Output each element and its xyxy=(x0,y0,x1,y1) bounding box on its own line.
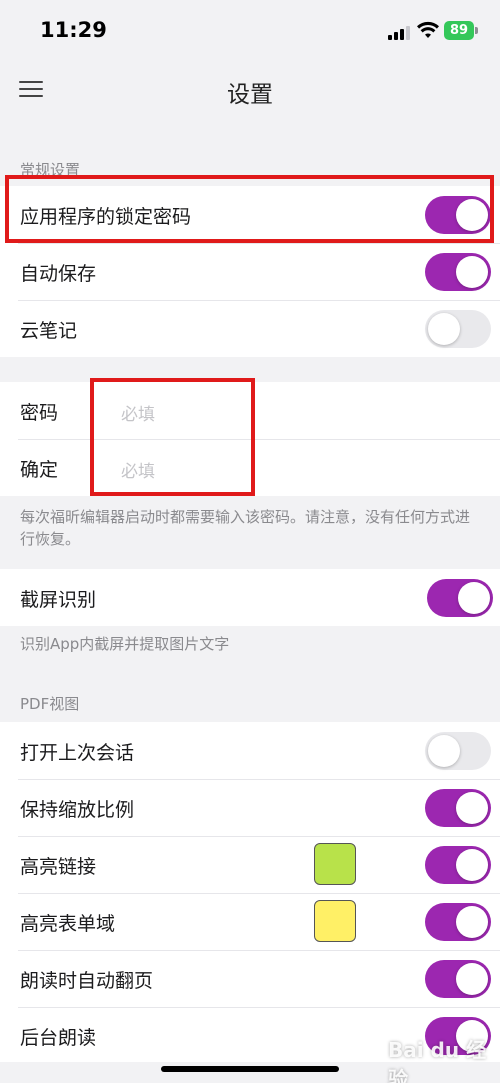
row-keep-zoom[interactable]: 保持缩放比例 xyxy=(0,779,500,836)
screenshot-note: 识别App内截屏并提取图片文字 xyxy=(20,635,230,653)
status-bar: 11:29 89 xyxy=(0,0,500,62)
annotation-box-lock xyxy=(5,175,494,243)
link-highlight-color-swatch[interactable] xyxy=(314,843,356,885)
password-note: 每次福昕编辑器启动时都需要输入该密码。请注意，没有任何方式进行恢复。 xyxy=(20,508,471,548)
auto-turn-page-toggle[interactable] xyxy=(425,960,491,998)
row-label: 高亮表单域 xyxy=(20,913,116,935)
watermark: Bai du 经验 xyxy=(388,1038,487,1083)
cellular-signal-icon xyxy=(388,24,410,40)
nav-bar: 设置 xyxy=(0,62,500,118)
keep-zoom-toggle[interactable] xyxy=(425,789,491,827)
status-time: 11:29 xyxy=(40,18,107,42)
row-label: 打开上次会话 xyxy=(20,742,135,764)
form-highlight-color-swatch[interactable] xyxy=(314,900,356,942)
cloud-notes-toggle[interactable] xyxy=(425,310,491,348)
row-label: 朗读时自动翻页 xyxy=(20,970,154,992)
row-auto-turn-page[interactable]: 朗读时自动翻页 xyxy=(0,950,500,1007)
highlight-forms-toggle[interactable] xyxy=(425,903,491,941)
page-title: 设置 xyxy=(227,82,273,108)
section-label-pdf: PDF视图 xyxy=(20,695,80,713)
auto-save-toggle[interactable] xyxy=(425,253,491,291)
screenshot-recognition-toggle[interactable] xyxy=(427,579,493,617)
row-screenshot-recognition[interactable]: 截屏识别 xyxy=(0,569,500,626)
row-label: 后台朗读 xyxy=(20,1027,97,1049)
home-indicator xyxy=(161,1066,339,1072)
row-cloud-notes[interactable]: 云笔记 xyxy=(0,300,500,357)
row-label: 自动保存 xyxy=(20,263,97,285)
row-open-last-session[interactable]: 打开上次会话 xyxy=(0,722,500,779)
row-label: 保持缩放比例 xyxy=(20,799,135,821)
row-auto-save[interactable]: 自动保存 xyxy=(0,243,500,300)
annotation-box-inputs xyxy=(90,378,255,496)
battery-cap xyxy=(475,27,478,34)
password-label: 密码 xyxy=(20,402,59,424)
row-label: 截屏识别 xyxy=(20,589,97,611)
group-screenshot: 截屏识别 xyxy=(0,569,500,626)
row-label: 云笔记 xyxy=(20,320,78,342)
group-pdf: 打开上次会话 保持缩放比例 高亮链接 高亮表单域 朗读时自动翻页 后台朗读 xyxy=(0,722,500,1062)
open-last-session-toggle[interactable] xyxy=(425,732,491,770)
row-highlight-forms[interactable]: 高亮表单域 xyxy=(0,893,500,950)
confirm-label: 确定 xyxy=(20,459,59,481)
row-highlight-links[interactable]: 高亮链接 xyxy=(0,836,500,893)
wifi-icon xyxy=(417,21,439,38)
highlight-links-toggle[interactable] xyxy=(425,846,491,884)
row-label: 高亮链接 xyxy=(20,856,97,878)
battery-icon: 89 xyxy=(444,21,474,40)
